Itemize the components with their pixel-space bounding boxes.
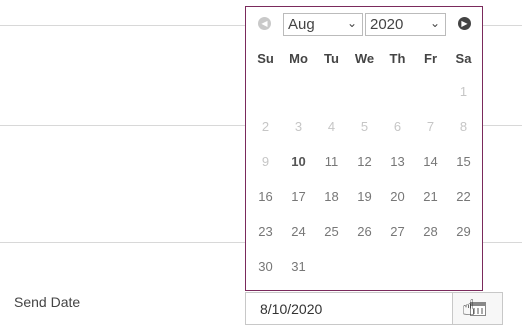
- calendar-day[interactable]: 13: [381, 154, 414, 169]
- calendar-day[interactable]: 19: [348, 189, 381, 204]
- calendar-day: 3: [294, 119, 303, 134]
- calendar-day[interactable]: 18: [315, 189, 348, 204]
- send-date-label: Send Date: [14, 294, 81, 310]
- calendar-day[interactable]: 28: [414, 224, 447, 239]
- calendar-day[interactable]: 25: [315, 224, 348, 239]
- weekday-label: Th: [389, 51, 406, 66]
- calendar-day[interactable]: 16: [249, 189, 282, 204]
- prev-month-button[interactable]: ◀: [258, 17, 271, 30]
- chevron-down-icon: ⌄: [429, 16, 440, 30]
- chevron-down-icon: ⌄: [346, 16, 357, 30]
- calendar-day: 7: [426, 119, 435, 134]
- weekday-label: Tu: [324, 51, 339, 66]
- weekday-label: Sa: [455, 51, 472, 66]
- year-select[interactable]: 2020 ⌄: [365, 13, 446, 36]
- calendar-day: 6: [393, 119, 402, 134]
- calendar-day[interactable]: 11: [315, 154, 348, 169]
- calendar-day[interactable]: 20: [381, 189, 414, 204]
- datepicker-popup: ◀ Aug ⌄ 2020 ⌄ ▶ Su Mo Tu We Th Fr Sa 12345678…: [245, 6, 483, 291]
- calendar-day[interactable]: 24: [282, 224, 315, 239]
- month-select[interactable]: Aug ⌄: [283, 13, 363, 36]
- weekday-label: We: [354, 51, 375, 66]
- chevron-right-icon: ▶: [461, 18, 468, 28]
- calendar-day[interactable]: 10: [282, 154, 315, 169]
- month-select-value: Aug: [288, 16, 315, 33]
- weekday-label: Mo: [289, 51, 308, 66]
- year-select-value: 2020: [370, 16, 404, 33]
- send-date-input[interactable]: [246, 293, 452, 324]
- calendar-day: 5: [360, 119, 369, 134]
- hand-pointer-icon: ☝: [462, 295, 476, 320]
- calendar-day[interactable]: 12: [348, 154, 381, 169]
- calendar-day[interactable]: 23: [249, 224, 282, 239]
- calendar-day: 1: [459, 84, 468, 99]
- calendar-day: 9: [261, 154, 270, 169]
- chevron-left-icon: ◀: [261, 18, 268, 28]
- calendar-day[interactable]: 17: [282, 189, 315, 204]
- weekday-label: Fr: [424, 51, 437, 66]
- calendar-day[interactable]: 31: [282, 259, 315, 274]
- calendar-day[interactable]: 27: [381, 224, 414, 239]
- calendar-day[interactable]: 21: [414, 189, 447, 204]
- next-month-button[interactable]: ▶: [458, 17, 471, 30]
- calendar-day[interactable]: 15: [447, 154, 480, 169]
- calendar-day: 4: [327, 119, 336, 134]
- calendar-button[interactable]: [452, 293, 502, 324]
- calendar-day: 2: [261, 119, 270, 134]
- calendar-day[interactable]: 30: [249, 259, 282, 274]
- calendar-day: 8: [459, 119, 468, 134]
- calendar-day[interactable]: 22: [447, 189, 480, 204]
- weekday-label: Su: [257, 51, 274, 66]
- calendar-day[interactable]: 26: [348, 224, 381, 239]
- calendar-day[interactable]: 29: [447, 224, 480, 239]
- calendar-day[interactable]: 14: [414, 154, 447, 169]
